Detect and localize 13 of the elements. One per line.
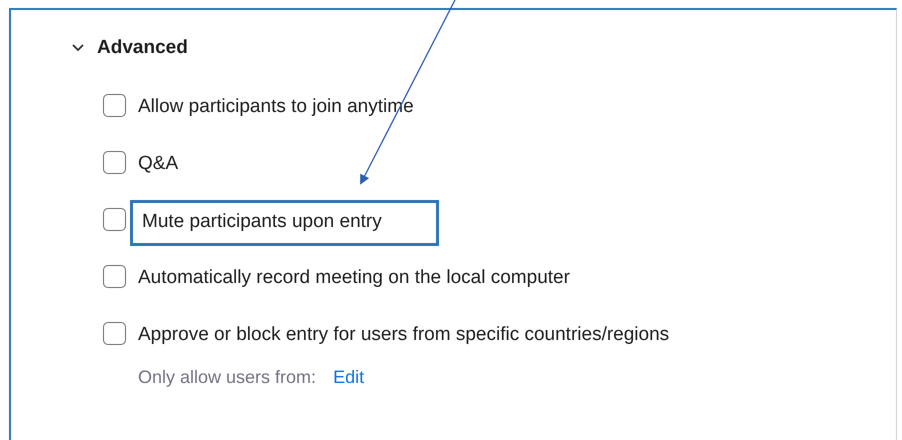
option-note: Only allow users from: [138, 367, 316, 388]
option-label: Approve or block entry for users from specific countries/regions [137, 324, 670, 346]
checkbox[interactable] [103, 322, 126, 345]
highlighted-option-label: Mute participants upon entry [130, 200, 439, 246]
checkbox[interactable] [103, 94, 126, 117]
chevron-icon[interactable] [71, 43, 85, 53]
checkbox[interactable] [103, 151, 126, 174]
edit-link[interactable]: Edit [333, 367, 364, 388]
checkbox[interactable] [103, 265, 126, 288]
section-title: Advanced [97, 37, 188, 59]
option-label: Automatically record meeting on the local computer [137, 267, 570, 289]
checkbox[interactable] [103, 208, 126, 231]
option-label: Q&A [137, 153, 178, 175]
